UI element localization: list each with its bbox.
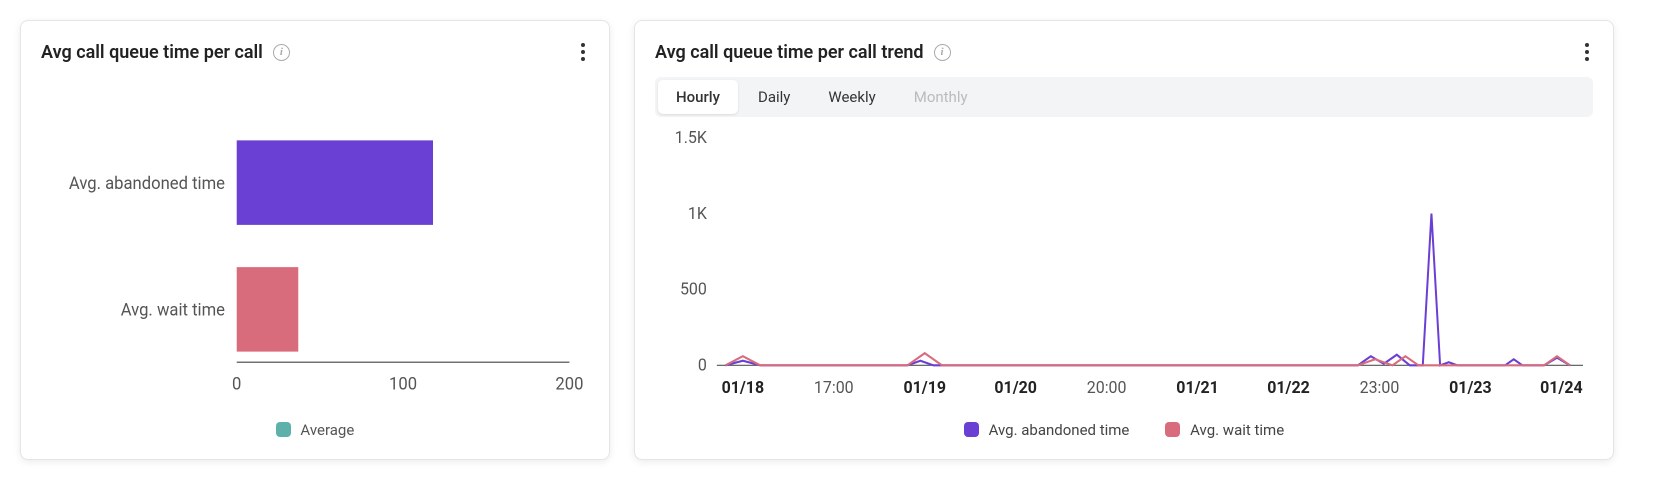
legend-swatch-wait [1165,422,1180,437]
svg-text:01/24: 01/24 [1540,378,1583,398]
bar-chart: 0 100 200 Avg. abandoned time Avg. wait time [41,77,589,415]
svg-text:01/20: 01/20 [994,378,1037,398]
line-chart: 0 500 1K 1.5K 01/18 17:00 01/19 01/20 20:00 01/21… [655,127,1593,413]
card-title: Avg call queue time per call trend [655,42,924,63]
segment-weekly[interactable]: Weekly [810,80,893,114]
card-header: Avg call queue time per call trend i [655,39,1593,65]
card-header: Avg call queue time per call i [41,39,589,65]
segment-hourly[interactable]: Hourly [658,80,738,114]
title-wrap: Avg call queue time per call trend i [655,42,951,63]
svg-text:0: 0 [232,374,241,395]
legend-swatch-average [276,422,291,437]
svg-text:0: 0 [698,356,707,376]
bar-legend-label: Average [300,421,354,439]
time-range-segmented: Hourly Daily Weekly Monthly [655,77,1593,117]
line-legend: Avg. abandoned time Avg. wait time [655,421,1593,439]
legend-label-abandoned: Avg. abandoned time [989,421,1130,439]
bar-legend: Average [41,421,589,439]
legend-item-abandoned: Avg. abandoned time [964,421,1130,439]
legend-label-wait: Avg. wait time [1190,421,1284,439]
info-icon[interactable]: i [934,44,951,61]
legend-swatch-abandoned [964,422,979,437]
svg-text:01/22: 01/22 [1267,378,1310,398]
svg-text:500: 500 [680,280,707,300]
segment-daily[interactable]: Daily [740,80,808,114]
legend-item-wait: Avg. wait time [1165,421,1284,439]
info-icon[interactable]: i [273,44,290,61]
svg-text:01/19: 01/19 [903,378,946,398]
svg-text:100: 100 [389,374,417,395]
kebab-menu[interactable] [577,39,589,65]
svg-text:17:00: 17:00 [814,378,854,398]
svg-text:01/21: 01/21 [1176,378,1219,398]
svg-text:200: 200 [555,374,583,395]
svg-text:20:00: 20:00 [1087,378,1127,398]
svg-text:23:00: 23:00 [1360,378,1400,398]
kebab-menu[interactable] [1581,39,1593,65]
svg-text:Avg. abandoned time: Avg. abandoned time [69,173,225,194]
svg-text:1K: 1K [688,204,708,224]
card-title: Avg call queue time per call [41,42,263,63]
title-wrap: Avg call queue time per call i [41,42,290,63]
svg-text:01/23: 01/23 [1449,378,1492,398]
segment-monthly: Monthly [896,80,986,114]
svg-text:01/18: 01/18 [722,378,765,398]
svg-text:Avg. wait time: Avg. wait time [121,300,225,321]
card-avg-queue-time-trend: Avg call queue time per call trend i Hou… [634,20,1614,460]
card-avg-queue-time: Avg call queue time per call i 0 100 200 Av… [20,20,610,460]
svg-text:1.5K: 1.5K [675,128,708,148]
